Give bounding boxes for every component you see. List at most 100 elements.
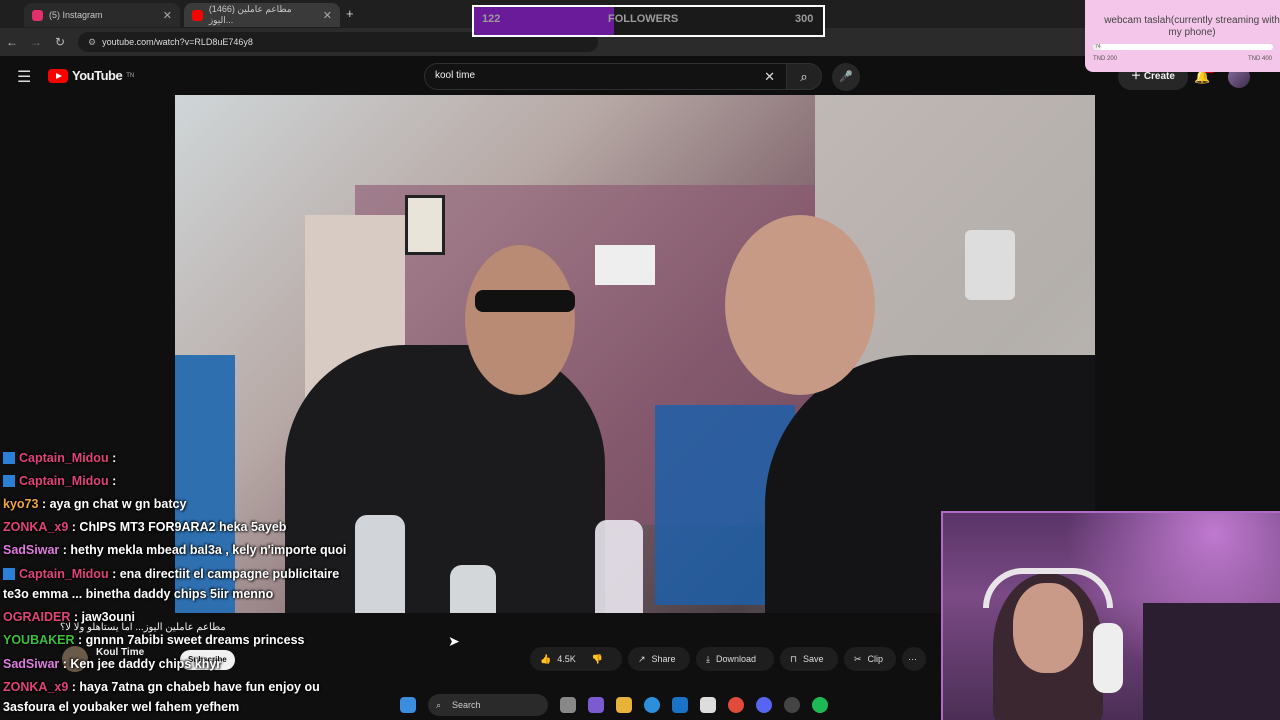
chat-text: 3asfoura el youbaker wel fahem yefhem [3, 700, 240, 714]
chat-username: YOUBAKER [3, 633, 75, 647]
bookmark-icon: ⊓ [790, 653, 798, 664]
microphone-icon[interactable]: 🎤 [832, 63, 860, 91]
share-label: Share [651, 654, 676, 664]
taskbar-search[interactable]: ⌕ Search [428, 694, 548, 716]
follower-current: 122 [482, 13, 501, 25]
person-right-head [725, 215, 875, 395]
scissors-icon: ✂ [854, 653, 862, 664]
chat-message: 3asfoura el youbaker wel fahem yefhem [3, 700, 239, 714]
more-actions-icon[interactable]: ⋯ [902, 647, 926, 671]
chat-message: kyo73 : aya gn chat w gn batcy [3, 497, 186, 511]
chat-text: : ChIPS MT3 FOR9ARA2 heka 5ayeb [71, 520, 287, 534]
download-label: Download [715, 654, 757, 664]
download-button[interactable]: ⤓ Download [696, 647, 774, 671]
save-label: Save [803, 654, 824, 664]
chat-username: SadSiwar [3, 657, 60, 671]
webcam-overlay [941, 511, 1280, 720]
chat-text: te3o emma ... binetha daddy chips 5iir m… [3, 587, 274, 601]
close-tab-icon[interactable]: ✕ [163, 9, 172, 22]
file-explorer-icon[interactable] [616, 697, 632, 713]
chat-username: ZONKA_x9 [3, 680, 69, 694]
search-input[interactable]: kool time ✕ [424, 63, 788, 90]
goal-current: 74 [1095, 44, 1101, 50]
clear-search-icon[interactable]: ✕ [764, 69, 775, 85]
chat-text: : [112, 451, 117, 465]
thumbs-down-icon[interactable]: 👎 [592, 654, 603, 665]
url-text: youtube.com/watch?v=RLD8uE746y8 [102, 37, 253, 47]
outlook-icon[interactable] [672, 697, 688, 713]
search-icon: ⌕ [436, 700, 442, 710]
save-button[interactable]: ⊓ Save [780, 647, 838, 671]
instagram-icon [32, 9, 43, 21]
copilot-icon[interactable] [588, 697, 604, 713]
water-bottle [595, 520, 643, 613]
chat-username: Captain_Midou [19, 567, 109, 581]
person-left-head [465, 245, 575, 395]
chat-username: kyo73 [3, 497, 39, 511]
logo-text: YouTube [72, 68, 123, 83]
like-button[interactable]: 👍 4.5K 👎 [530, 647, 622, 671]
chat-text: : Ken jee daddy chips khyr [62, 657, 222, 671]
chat-message: ZONKA_x9 : ChIPS MT3 FOR9ARA2 heka 5ayeb [3, 520, 286, 534]
youtube-logo[interactable]: YouTube TN [48, 68, 134, 83]
chat-username: Captain_Midou [19, 474, 109, 488]
follower-goal: 300 [795, 13, 814, 25]
thumbs-up-icon: 👍 [540, 653, 552, 664]
chat-text: : jaw3ouni [73, 610, 135, 624]
chat-badge-icon [3, 475, 15, 487]
forward-icon[interactable]: → [24, 35, 48, 49]
mouse-cursor-icon: ➤ [448, 633, 460, 649]
windows-taskbar: ⌕ Search [400, 690, 900, 720]
share-button[interactable]: ↗ Share [628, 647, 690, 671]
reload-icon[interactable]: ↻ [48, 35, 72, 49]
chat-message: Captain_Midou : [3, 474, 116, 488]
chat-text: : haya 7atna gn chabeb have fun enjoy ou [71, 680, 320, 694]
chat-text: : hethy mekla mbead bal3a , kely n'impor… [62, 543, 347, 557]
sunglasses [475, 290, 575, 312]
chat-text: : ena directiit el campagne publicitaire [112, 567, 340, 581]
spotify-icon[interactable] [812, 697, 828, 713]
download-icon: ⤓ [706, 653, 710, 664]
new-tab-button[interactable]: + [346, 6, 354, 21]
tab-instagram[interactable]: (5) Instagram ✕ [24, 3, 180, 27]
chat-username: ZONKA_x9 [3, 520, 69, 534]
goal-track [1093, 44, 1273, 50]
task-view-icon[interactable] [560, 697, 576, 713]
back-icon[interactable]: ← [0, 35, 24, 49]
microphone [1093, 623, 1123, 693]
chat-message: te3o emma ... binetha daddy chips 5iir m… [3, 587, 273, 601]
chat-text: : gnnnn 7abibi sweet dreams princess [78, 633, 305, 647]
edge-icon[interactable] [644, 697, 660, 713]
chat-message: Captain_Midou : [3, 451, 116, 465]
like-count: 4.5K [557, 654, 576, 664]
chat-badge-icon [3, 568, 15, 580]
obs-icon[interactable] [784, 697, 800, 713]
chat-username: OGRAIDER [3, 610, 71, 624]
store-icon[interactable] [700, 697, 716, 713]
close-tab-icon[interactable]: ✕ [323, 9, 332, 22]
water-bottle [355, 515, 405, 613]
youtube-icon [192, 9, 203, 21]
chat-message: SadSiwar : hethy mekla mbead bal3a , kel… [3, 543, 346, 557]
tab-title: (1466) مطاعم عاملين اليوز... [208, 4, 292, 25]
chat-message: ZONKA_x9 : haya 7atna gn chabeb have fun… [3, 680, 320, 694]
chrome-icon[interactable] [728, 697, 744, 713]
chat-text: : [112, 474, 117, 488]
clip-button[interactable]: ✂ Clip [844, 647, 896, 671]
search-value: kool time [435, 70, 476, 81]
chat-message: Captain_Midou : ena directiit el campagn… [3, 567, 339, 581]
menu-icon[interactable]: ☰ [17, 67, 31, 87]
chat-message: OGRAIDER : jaw3ouni [3, 610, 135, 624]
discord-icon[interactable] [756, 697, 772, 713]
search-icon[interactable]: ⌕ [786, 63, 822, 90]
desk-setup [1143, 603, 1280, 720]
taskbar-search-label: Search [452, 700, 481, 710]
chat-username: Captain_Midou [19, 451, 109, 465]
windows-start-icon[interactable] [400, 697, 416, 713]
site-info-icon[interactable]: ⚙ [88, 37, 96, 48]
tab-youtube[interactable]: (1466) مطاعم عاملين اليوز... ✕ [184, 3, 340, 27]
goal-title: webcam taslah(currently streaming with m… [1104, 15, 1280, 38]
chat-message: YOUBAKER : gnnnn 7abibi sweet dreams pri… [3, 633, 304, 647]
wall-dispenser [965, 230, 1015, 300]
chat-username: SadSiwar [3, 543, 60, 557]
